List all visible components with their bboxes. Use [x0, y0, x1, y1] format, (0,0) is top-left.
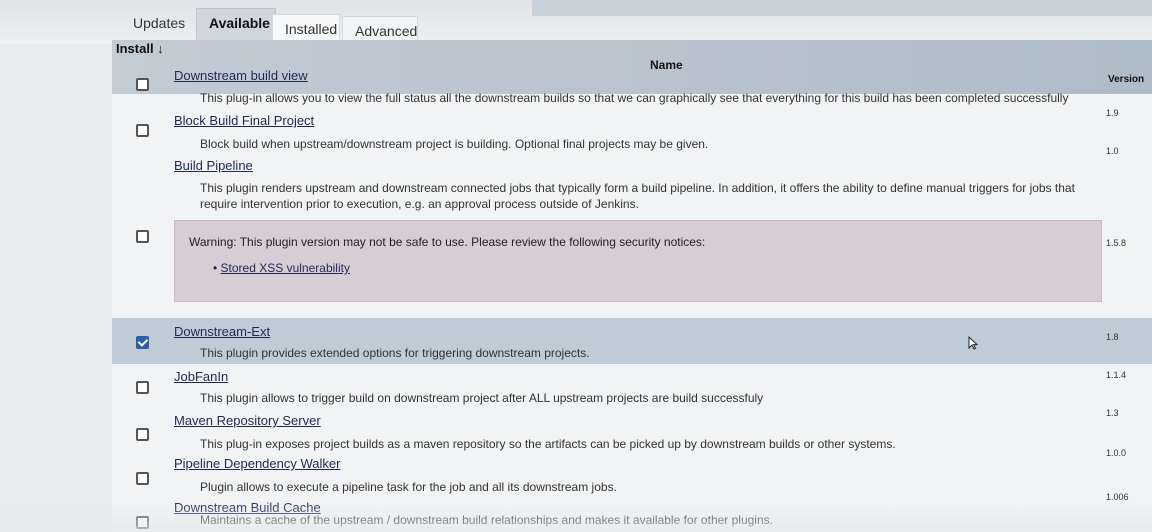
table-row: Downstream Build Cache Maintains a cache…	[112, 492, 1152, 532]
bullet-icon: •	[213, 261, 218, 275]
security-warning-text: Warning: This plugin version may not be …	[189, 235, 706, 249]
security-warning: Warning: This plugin version may not be …	[174, 220, 1102, 302]
plugin-version: 1.3	[1106, 408, 1119, 418]
install-checkbox-checked[interactable]	[136, 336, 149, 349]
plugin-name-link[interactable]: Build Pipeline	[174, 158, 253, 173]
table-row: Block Build Final Project Block build wh…	[112, 110, 1152, 156]
plugin-description: This plug-in allows you to view the full…	[200, 91, 1069, 105]
install-checkbox[interactable]	[136, 516, 149, 529]
plugin-name-link[interactable]: Downstream build view	[174, 68, 308, 83]
install-checkbox[interactable]	[136, 472, 149, 485]
plugin-description: This plugin provides extended options fo…	[200, 346, 590, 360]
table-row: JobFanIn This plugin allows to trigger b…	[112, 366, 1152, 410]
plugin-version: 1.8	[1106, 332, 1119, 342]
install-checkbox[interactable]	[136, 124, 149, 137]
plugin-name-link[interactable]: Downstream-Ext	[174, 324, 270, 339]
plugin-version: 1.0	[1106, 146, 1119, 156]
plugin-name-link[interactable]: Block Build Final Project	[174, 113, 314, 128]
table-row-selected: Downstream-Ext This plugin provides exte…	[112, 318, 1152, 364]
top-accent-bar	[532, 0, 1152, 16]
plugin-version: 1.0.0	[1106, 448, 1127, 458]
plugins-table: Install ↓ Name Version Downstream build …	[112, 40, 1152, 532]
plugin-description: This plug-in exposes project builds as a…	[200, 437, 896, 451]
install-column-header[interactable]: Install ↓	[116, 41, 164, 56]
plugin-description: Plugin allows to execute a pipeline task…	[200, 480, 617, 494]
security-notice-item: • Stored XSS vulnerability	[213, 261, 350, 275]
install-checkbox[interactable]	[136, 381, 149, 394]
plugin-name-link[interactable]: Pipeline Dependency Walker	[174, 456, 340, 471]
table-row: Downstream build view This plug-in allow…	[112, 64, 1152, 118]
plugin-description: This plugin allows to trigger build on d…	[200, 391, 764, 405]
tab-available[interactable]: Available	[196, 8, 276, 44]
plugin-description: This plugin renders upstream and downstr…	[200, 181, 1075, 211]
plugin-description: Maintains a cache of the upstream / down…	[200, 513, 773, 527]
table-row: Maven Repository Server This plug-in exp…	[112, 408, 1152, 454]
install-checkbox[interactable]	[136, 428, 149, 441]
install-checkbox[interactable]	[136, 230, 149, 243]
mouse-cursor-icon	[968, 336, 978, 350]
plugin-description: Block build when upstream/downstream pro…	[200, 137, 709, 151]
plugin-version: 1.006	[1106, 492, 1129, 502]
tab-updates[interactable]: Updates	[120, 8, 196, 44]
plugin-name-link[interactable]: JobFanIn	[174, 369, 228, 384]
plugin-name-link[interactable]: Maven Repository Server	[174, 413, 321, 428]
install-checkbox[interactable]	[136, 78, 149, 91]
plugin-version: 1.1.4	[1106, 370, 1127, 380]
stored-xss-link[interactable]: Stored XSS vulnerability	[221, 261, 350, 275]
table-row: Pipeline Dependency Walker Plugin allows…	[112, 448, 1152, 498]
plugin-version: 1.5.8	[1106, 238, 1127, 248]
